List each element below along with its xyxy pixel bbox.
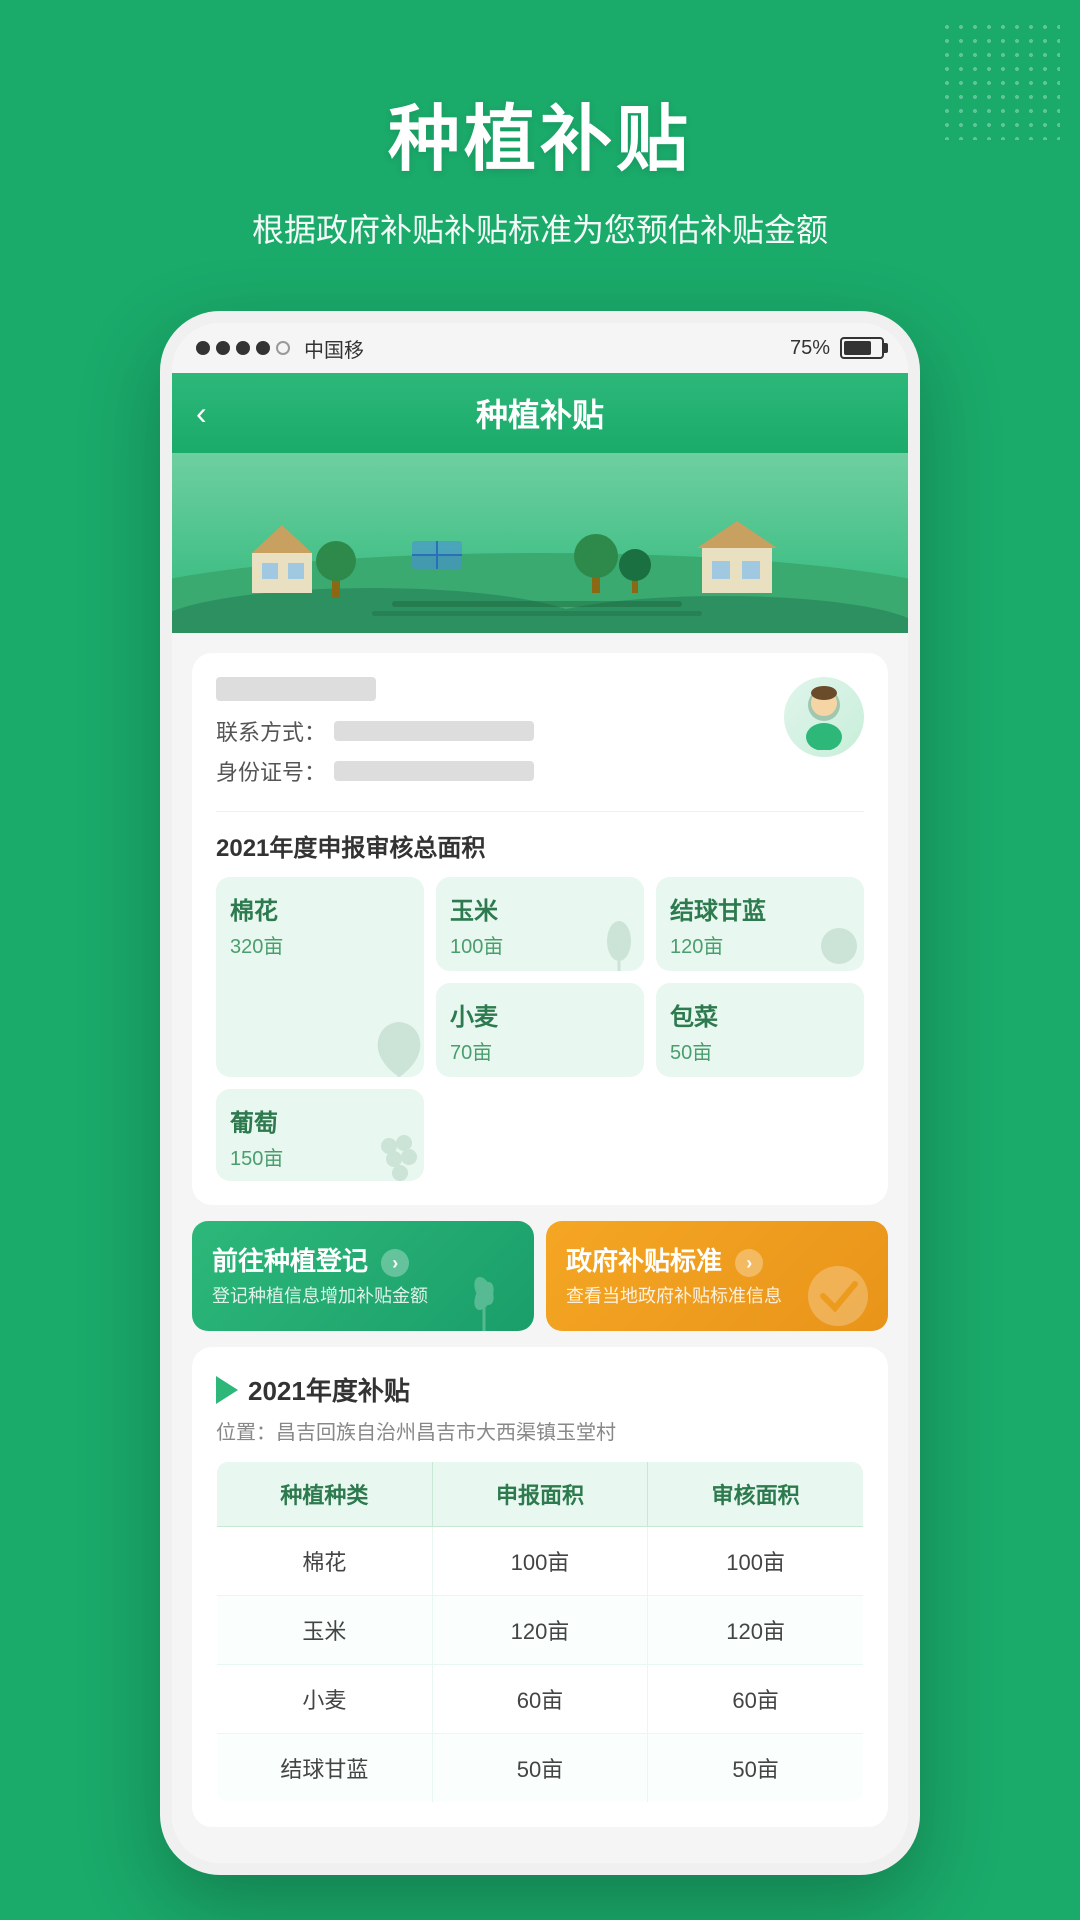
hero-banner (172, 453, 908, 633)
crop-area-cabbage: 120亩 (670, 936, 723, 958)
planting-register-btn[interactable]: 前往种植登记 › 登记种植信息增加补贴金额 (192, 1221, 534, 1331)
user-name-blurred (216, 677, 376, 701)
cell-approved-2: 120亩 (648, 1596, 864, 1665)
status-bar: 中国移 75% (172, 323, 908, 373)
crop-name-pakchoi: 包菜 (670, 997, 850, 1032)
page-subtitle: 根据政府补贴补贴标准为您预估补贴金额 (252, 205, 828, 251)
crop-name-wheat: 小麦 (450, 997, 630, 1032)
table-header: 种植种类 申报面积 审核面积 (217, 1462, 864, 1527)
battery-percent: 75% (790, 337, 830, 360)
page-title: 种植补贴 (388, 80, 692, 185)
user-info-card: 联系方式： 身份证号： (192, 653, 888, 1205)
subsidy-standard-btn[interactable]: 政府补贴标准 › 查看当地政府补贴标准信息 (546, 1221, 888, 1331)
signal-dot-4 (256, 341, 270, 355)
signal-dot-2 (216, 341, 230, 355)
phone-mockup: 中国移 75% ‹ 种植补贴 (160, 311, 920, 1875)
header-title: 种植补贴 (476, 390, 604, 436)
cell-type-4: 结球甘蓝 (217, 1734, 433, 1803)
subsidy-table: 种植种类 申报面积 审核面积 棉花 100亩 100亩 玉米 (216, 1461, 864, 1803)
table-body: 棉花 100亩 100亩 玉米 120亩 120亩 小麦 60亩 60亩 (217, 1527, 864, 1803)
crop-area-cotton: 320亩 (230, 936, 283, 958)
cell-approved-3: 60亩 (648, 1665, 864, 1734)
table-row: 棉花 100亩 100亩 (217, 1527, 864, 1596)
crop-area-wheat: 70亩 (450, 1042, 492, 1064)
crop-card-corn: 玉米 100亩 (436, 877, 644, 971)
signal-area: 中国移 (196, 334, 364, 363)
contact-field: 联系方式： (216, 715, 784, 747)
signal-dot-5 (276, 341, 290, 355)
crop-card-cabbage: 结球甘蓝 120亩 (656, 877, 864, 971)
subsidy-btn-subtitle: 查看当地政府补贴标准信息 (566, 1286, 782, 1306)
table-header-row: 种植种类 申报面积 审核面积 (217, 1462, 864, 1527)
col-header-reported: 申报面积 (432, 1462, 648, 1527)
cell-reported-2: 120亩 (432, 1596, 648, 1665)
crops-grid: 棉花 320亩 玉米 100亩 (216, 877, 864, 1181)
cell-approved-4: 50亩 (648, 1734, 864, 1803)
signal-dot-3 (236, 341, 250, 355)
crop-area-pakchoi: 50亩 (670, 1042, 712, 1064)
page-content: 种植补贴 根据政府补贴补贴标准为您预估补贴金额 中国移 75% ‹ (0, 0, 1080, 1875)
cell-reported-1: 100亩 (432, 1527, 648, 1596)
cell-reported-3: 60亩 (432, 1665, 648, 1734)
section-header: 2021年度补贴 (216, 1371, 864, 1408)
signal-dot-1 (196, 341, 210, 355)
planting-btn-subtitle: 登记种植信息增加补贴金额 (212, 1286, 428, 1306)
avatar (784, 677, 864, 757)
action-buttons: 前往种植登记 › 登记种植信息增加补贴金额 政府补贴标准 › (192, 1221, 888, 1331)
status-right: 75% (790, 337, 884, 360)
carrier-label: 中国移 (304, 334, 364, 363)
location-text: 位置：昌吉回族自治州昌吉市大西渠镇玉堂村 (216, 1416, 864, 1445)
id-field: 身份证号： (216, 755, 784, 787)
user-details: 联系方式： 身份证号： (216, 677, 784, 795)
back-button[interactable]: ‹ (196, 395, 207, 432)
crop-card-cotton: 棉花 320亩 (216, 877, 424, 1077)
area-title: 2021年度申报审核总面积 (216, 828, 864, 863)
cell-type-2: 玉米 (217, 1596, 433, 1665)
triangle-icon (216, 1376, 238, 1404)
user-info-row: 联系方式： 身份证号： (216, 677, 864, 812)
cell-approved-1: 100亩 (648, 1527, 864, 1596)
cell-type-3: 小麦 (217, 1665, 433, 1734)
crop-name-cotton: 棉花 (230, 891, 410, 926)
cell-type-1: 棉花 (217, 1527, 433, 1596)
app-header: ‹ 种植补贴 (172, 373, 908, 453)
subsidy-section-title: 2021年度补贴 (248, 1371, 410, 1408)
crop-area-grape: 150亩 (230, 1148, 283, 1170)
col-header-type: 种植种类 (217, 1462, 433, 1527)
crop-card-pakchoi: 包菜 50亩 (656, 983, 864, 1077)
contact-value-blurred (334, 721, 534, 741)
id-value-blurred (334, 761, 534, 781)
subsidy-section-card: 2021年度补贴 位置：昌吉回族自治州昌吉市大西渠镇玉堂村 种植种类 申报面积 … (192, 1347, 888, 1827)
col-header-approved: 审核面积 (648, 1462, 864, 1527)
cell-reported-4: 50亩 (432, 1734, 648, 1803)
battery-icon (840, 337, 884, 359)
subsidy-arrow-icon: › (735, 1249, 763, 1277)
battery-fill (844, 341, 871, 355)
table-row: 结球甘蓝 50亩 50亩 (217, 1734, 864, 1803)
table-row: 玉米 120亩 120亩 (217, 1596, 864, 1665)
crop-area-corn: 100亩 (450, 936, 503, 958)
main-content: 联系方式： 身份证号： (172, 633, 908, 1863)
planting-arrow-icon: › (381, 1249, 409, 1277)
crop-card-grape: 葡萄 150亩 (216, 1089, 424, 1181)
table-row: 小麦 60亩 60亩 (217, 1665, 864, 1734)
crop-card-wheat: 小麦 70亩 (436, 983, 644, 1077)
